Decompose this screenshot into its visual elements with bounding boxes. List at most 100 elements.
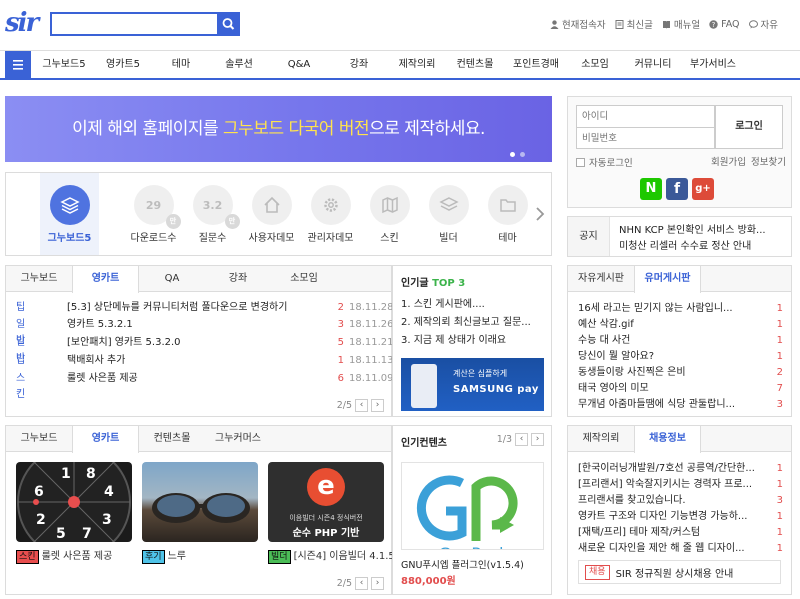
nav-item-theme[interactable]: 테마 [153,51,209,79]
svg-text:8: 8 [86,466,96,482]
top-link-free[interactable]: 자유 [748,17,778,31]
top-link-faq[interactable]: ? FAQ [709,17,740,31]
nav-item-gnuboard[interactable]: 그누보드5 [35,51,93,79]
next-page-button[interactable]: › [531,433,544,446]
tab-free-board[interactable]: 자유게시판 [568,266,634,291]
tab-gnuboard[interactable]: 그누보드 [6,266,72,291]
login-button[interactable]: 로그인 [715,105,783,149]
nav-item-request[interactable]: 제작의뢰 [389,51,445,79]
search-icon [222,18,235,30]
list-item[interactable]: 수능 대 사건 1 [578,333,783,349]
notice-item[interactable]: NHN KCP 본인확인 서비스 방화... [619,221,787,236]
nav-item-lecture[interactable]: 강좌 [329,51,389,79]
list-item[interactable]: 16세 라고는 믿기지 않는 사람입니... 1 [578,301,783,317]
prev-page-button[interactable]: ‹ [515,433,528,446]
content-item-title[interactable]: GNU푸시엡 플러그인(v1.5.4) [401,557,549,571]
sunglasses-thumbnail[interactable] [142,462,258,542]
top-link-manual[interactable]: 매뉴얼 [662,17,700,31]
builder-thumbnail[interactable]: e 이음빌더 시즌4 정식버전 순수 PHP 기반 [268,462,384,542]
promo-banner[interactable]: 이제 해외 홈페이지를 그누보드 다국어 버전으로 제작하세요. [5,96,552,162]
prev-page-button[interactable]: ‹ [355,577,368,590]
popular-item[interactable]: 3. 지금 제 상태가 이래요 [401,331,549,346]
gallery-caption[interactable]: 후기 느루 [142,547,186,564]
gallery-caption[interactable]: 빌더 [시즌4] 이음빌더 4.1.5 [268,547,395,564]
login-password-input[interactable] [576,127,715,149]
tab-gnuboard[interactable]: 그누보드 [6,426,72,451]
popular-item[interactable]: 2. 제작의뢰 최신글보고 질문... [401,313,549,328]
content-price: 880,000원 [401,576,456,587]
roulette-thumbnail[interactable]: 184 3 6 257 [16,462,132,542]
samsung-pay-ad[interactable]: 계산은 심플하게 SAMSUNG pay [401,358,544,411]
notice-item[interactable]: 미청산 리셀러 수수료 정산 안내 [619,237,787,252]
search-button[interactable] [217,12,240,36]
nav-item-youngcart[interactable]: 영카트5 [93,51,153,79]
search-input[interactable] [52,14,238,34]
list-item[interactable]: 동생들이랑 사진찍은 은비 2 [578,365,783,381]
sunglasses-image [152,493,250,523]
list-item[interactable]: [프리랜서] 악숙잘지키시는 경력자 프로... 1 [578,477,783,493]
join-link[interactable]: 회원가입 [711,154,746,168]
nav-item-qa[interactable]: Q&A [269,51,329,79]
tab-youngcart[interactable]: 영카트 [72,426,139,453]
nav-item-content-mall[interactable]: 컨텐츠몰 [445,51,505,79]
tab-request[interactable]: 제작의뢰 [568,426,634,451]
top-link-users[interactable]: 현재접속자 [550,17,606,31]
quick-item-builder[interactable]: 빌더 [419,173,478,255]
tab-gnucommerce[interactable]: 그누커머스 [205,426,271,451]
jobs-notice[interactable]: 채용 SIR 정규직원 상시채용 안내 [578,560,781,584]
quick-item-theme[interactable]: 테마 [478,173,537,255]
list-item[interactable]: 예산 삭감.gif 1 [578,317,783,333]
naver-icon[interactable]: N [640,178,662,200]
quick-item-user-demo[interactable]: 사용자데모 [242,173,301,255]
auto-login[interactable]: 자동로그인 [576,155,633,169]
tab-group[interactable]: 소모임 [271,266,337,291]
nav-item-group[interactable]: 소모임 [567,51,623,79]
tag-badge: 스킨 [16,550,39,564]
prev-page-button[interactable]: ‹ [355,399,368,412]
free-board-tabs: 자유게시판 유머게시판 [568,266,791,293]
popular-item[interactable]: 1. 스킨 게시판에.... [401,295,549,310]
facebook-icon[interactable]: f [666,178,688,200]
list-item[interactable]: 태국 영아의 미모 7 [578,381,783,397]
book-icon [662,20,670,28]
content-thumbnail[interactable]: GnuPush [401,462,544,550]
login-id-input[interactable] [576,105,715,127]
tab-humor-board[interactable]: 유머게시판 [634,266,701,293]
nav-item-solution[interactable]: 솔루션 [209,51,269,79]
board-gallery: 그누보드 영카트 컨텐츠몰 그누커머스 184 3 6 257 e 이음빌더 시즌4 … [5,425,395,595]
list-item[interactable]: 당신이 뭘 알아요? 1 [578,349,783,365]
svg-text:GnuPush: GnuPush [439,544,510,550]
tab-lecture[interactable]: 강좌 [205,266,271,291]
next-arrow-button[interactable] [533,203,547,225]
menu-button[interactable] [5,51,31,79]
quick-item-admin-demo[interactable]: 관리자데모 [301,173,360,255]
google-plus-icon[interactable]: g+ [692,178,714,200]
banner-dot[interactable] [510,152,515,157]
list-item[interactable]: 프리랜서를 찾고있습니다. 3 [578,493,783,509]
next-page-button[interactable]: › [371,399,384,412]
list-item[interactable]: [한국이러닝개발원/7호선 공릉역/간단한... 1 [578,461,783,477]
top-link-latest[interactable]: 최신글 [615,17,653,31]
tab-content-mall[interactable]: 컨텐츠몰 [139,426,205,451]
next-page-button[interactable]: › [371,577,384,590]
tab-youngcart[interactable]: 영카트 [72,266,139,293]
quick-item-questions[interactable]: 3.2 만 질문수 [183,173,242,255]
quick-item-downloads[interactable]: 29 만 다운로드수 [124,173,183,255]
auto-login-checkbox[interactable] [576,157,585,167]
gallery-caption[interactable]: 스킨 룰렛 사은품 제공 [16,547,112,564]
list-item[interactable]: 영카트 구조와 디자인 기능변경 가능하... 1 [578,509,783,525]
quick-item-gnuboard5[interactable]: 그누보드5 [40,173,99,255]
quick-item-skin[interactable]: 스킨 [360,173,419,255]
tab-jobs[interactable]: 채용정보 [634,426,701,453]
list-item[interactable]: [재택/프리] 테마 제작/커스텀 1 [578,525,783,541]
list-item[interactable]: 무개념 아줌마들땜에 식당 관둘랍니... 3 [578,397,783,413]
nav-item-point-auction[interactable]: 포인트경매 [505,51,567,79]
nav-item-extra-service[interactable]: 부가서비스 [683,51,743,79]
search-box [50,12,240,36]
banner-dot[interactable] [520,152,525,157]
find-info-link[interactable]: 정보찾기 [751,154,786,168]
tab-qa[interactable]: QA [139,266,205,291]
nav-item-community[interactable]: 커뮤니티 [623,51,683,79]
site-logo[interactable]: sir [5,9,41,37]
list-item[interactable]: 새로운 디자인을 제안 해 줄 웹 디자이... 1 [578,541,783,557]
